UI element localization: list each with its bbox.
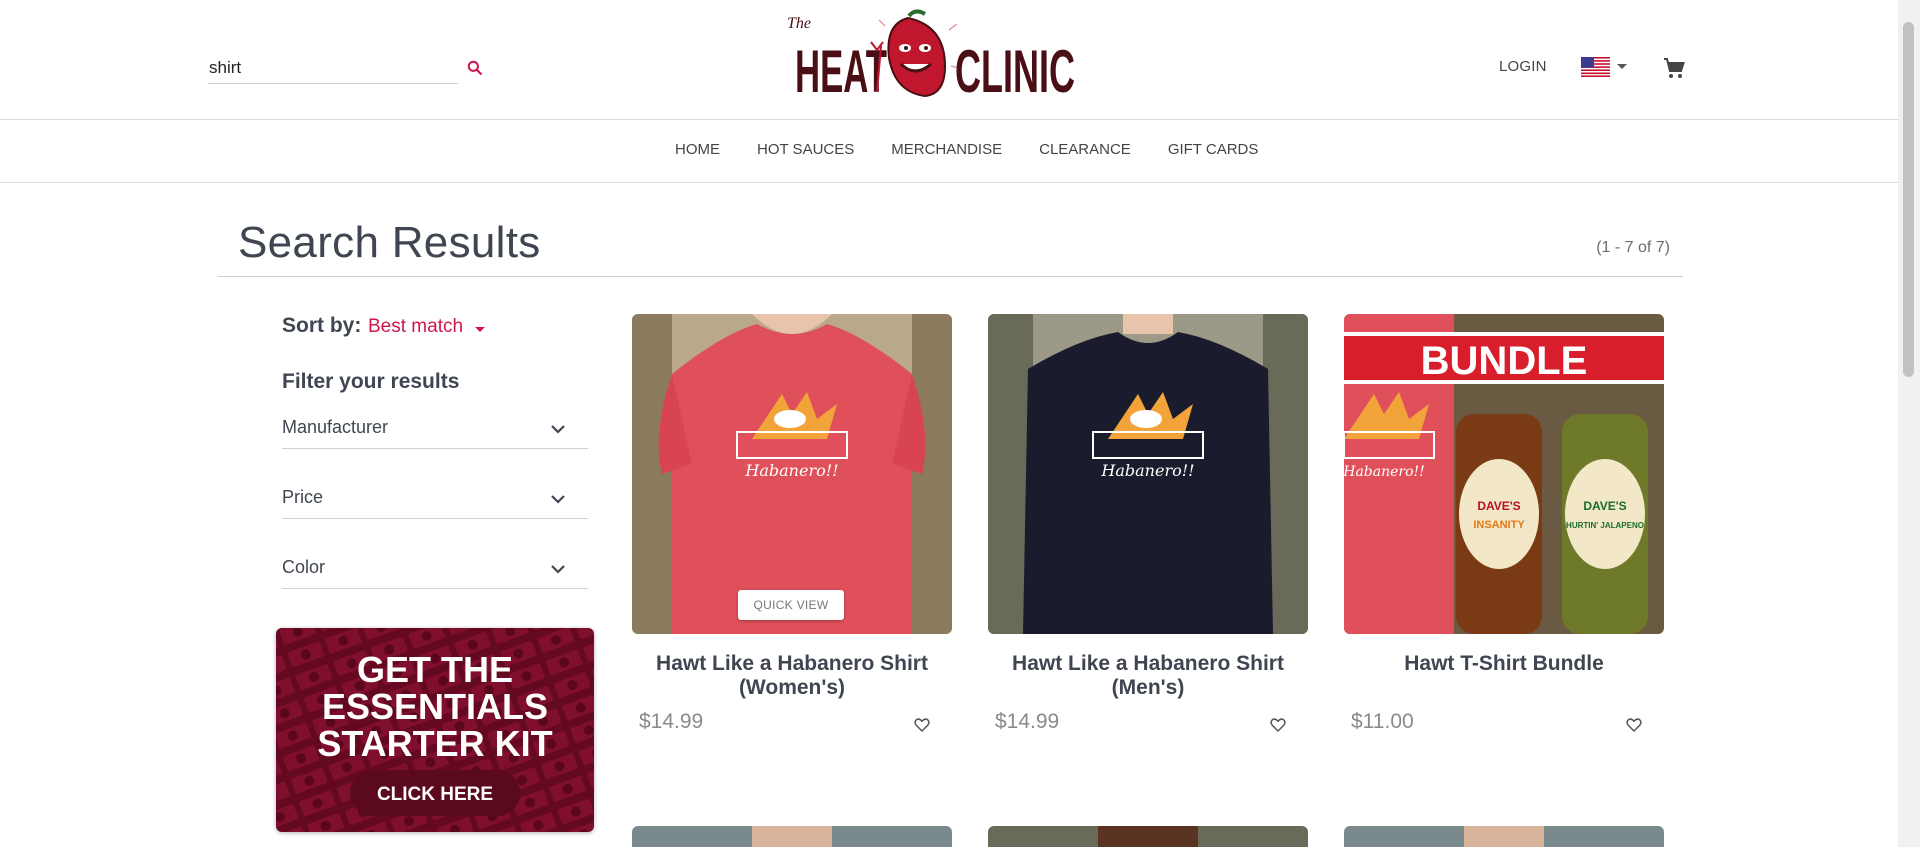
search-box (208, 54, 458, 84)
logo-text-the: The (787, 15, 811, 32)
product-name[interactable]: Hawt T-Shirt Bundle (1344, 652, 1664, 676)
product-price: $14.99 (995, 710, 1060, 733)
search-icon[interactable] (465, 58, 485, 78)
chevron-down-icon[interactable] (548, 489, 568, 509)
product-card[interactable]: Habanero!! Hawt Like a Habanero Shirt (M… (988, 314, 1308, 733)
nav-item-hot-sauces[interactable]: HOT SAUCES (757, 141, 854, 158)
result-count: (1 - 7 of 7) (1596, 239, 1670, 256)
bottle-brand-text: DAVE'S (1583, 499, 1626, 513)
product-image-partial[interactable] (632, 826, 952, 847)
locale-dropdown-caret-icon[interactable] (1617, 64, 1627, 69)
product-name[interactable]: Hawt Like a Habanero Shirt (Men's) (988, 652, 1308, 700)
product-image[interactable]: Habanero!! BUNDLE DAVE'S INSANITY DAVE'S… (1344, 314, 1664, 634)
heart-icon[interactable] (913, 716, 931, 734)
product-card[interactable]: Habanero!! BUNDLE DAVE'S INSANITY DAVE'S… (1344, 314, 1664, 733)
bottle-label-text: HURTIN' JALAPENO (1566, 521, 1644, 530)
product-image[interactable]: Habanero!! QUICK VIEW (632, 314, 952, 634)
nav-item-gift-cards[interactable]: GIFT CARDS (1168, 141, 1259, 158)
bottle-brand-text: DAVE'S (1477, 499, 1520, 513)
product-image[interactable]: Habanero!! (988, 314, 1308, 634)
quick-view-button[interactable]: QUICK VIEW (738, 590, 844, 620)
page-title: Search Results (238, 218, 541, 267)
login-link[interactable]: LOGIN (1499, 58, 1547, 75)
nav-item-home[interactable]: HOME (675, 141, 720, 158)
product-price: $14.99 (639, 710, 704, 733)
sort-dropdown[interactable]: Best match (368, 316, 463, 338)
promo-click-here-button[interactable]: CLICK HERE (377, 784, 493, 805)
results-header: Search Results (1 - 7 of 7) (218, 208, 1683, 277)
search-input[interactable] (208, 54, 428, 82)
heart-icon[interactable] (1625, 716, 1643, 734)
sort-label: Sort by: (282, 314, 362, 337)
product-name[interactable]: Hawt Like a Habanero Shirt (Women's) (632, 652, 952, 700)
nav-item-clearance[interactable]: CLEARANCE (1039, 141, 1131, 158)
product-price: $11.00 (1351, 710, 1414, 733)
us-flag-icon[interactable] (1581, 57, 1610, 77)
scrollbar-thumb[interactable] (1903, 22, 1914, 377)
sort-caret-icon[interactable] (475, 327, 485, 332)
bottle-label-text: INSANITY (1473, 519, 1525, 531)
main-nav: HOME HOT SAUCES MERCHANDISE CLEARANCE GI… (0, 120, 1898, 183)
facet-label: Color (282, 557, 326, 577)
facet-price[interactable]: Price (282, 481, 588, 519)
logo-text-clinic: CLINIC (955, 38, 1075, 100)
facet-label: Price (282, 487, 324, 507)
chevron-down-icon[interactable] (548, 559, 568, 579)
promo-line-2: ESSENTIALS (322, 686, 548, 727)
shirt-print-text: Habanero!! (1100, 461, 1194, 480)
facet-manufacturer[interactable]: Manufacturer (282, 411, 588, 449)
facet-color[interactable]: Color (282, 551, 588, 589)
chevron-down-icon[interactable] (548, 419, 568, 439)
product-image-partial[interactable] (1344, 826, 1664, 847)
promo-line-3: STARTER KIT (317, 723, 552, 764)
shirt-print-text: Habanero!! (744, 461, 838, 480)
bundle-banner-text: BUNDLE (1421, 339, 1588, 383)
shirt-print-text: Habanero!! (1344, 464, 1425, 480)
heart-icon[interactable] (1269, 716, 1287, 734)
filter-title: Filter your results (282, 370, 460, 393)
product-card[interactable]: Habanero!! QUICK VIEW Hawt Like a Habane… (632, 314, 952, 733)
logo-text-heat: HEAT (795, 38, 887, 100)
promo-line-1: GET THE (357, 649, 513, 690)
site-header: The HEAT CLINIC LOGIN (0, 0, 1898, 120)
page-scrollbar[interactable] (1898, 0, 1920, 847)
site-logo[interactable]: The HEAT CLINIC (785, 6, 1080, 100)
starter-kit-promo-banner[interactable]: GET THE ESSENTIALS STARTER KIT CLICK HER… (276, 628, 594, 832)
cart-icon[interactable] (1662, 56, 1686, 80)
product-image-partial[interactable] (988, 826, 1308, 847)
nav-item-merchandise[interactable]: MERCHANDISE (891, 141, 1002, 158)
facet-label: Manufacturer (282, 417, 389, 437)
